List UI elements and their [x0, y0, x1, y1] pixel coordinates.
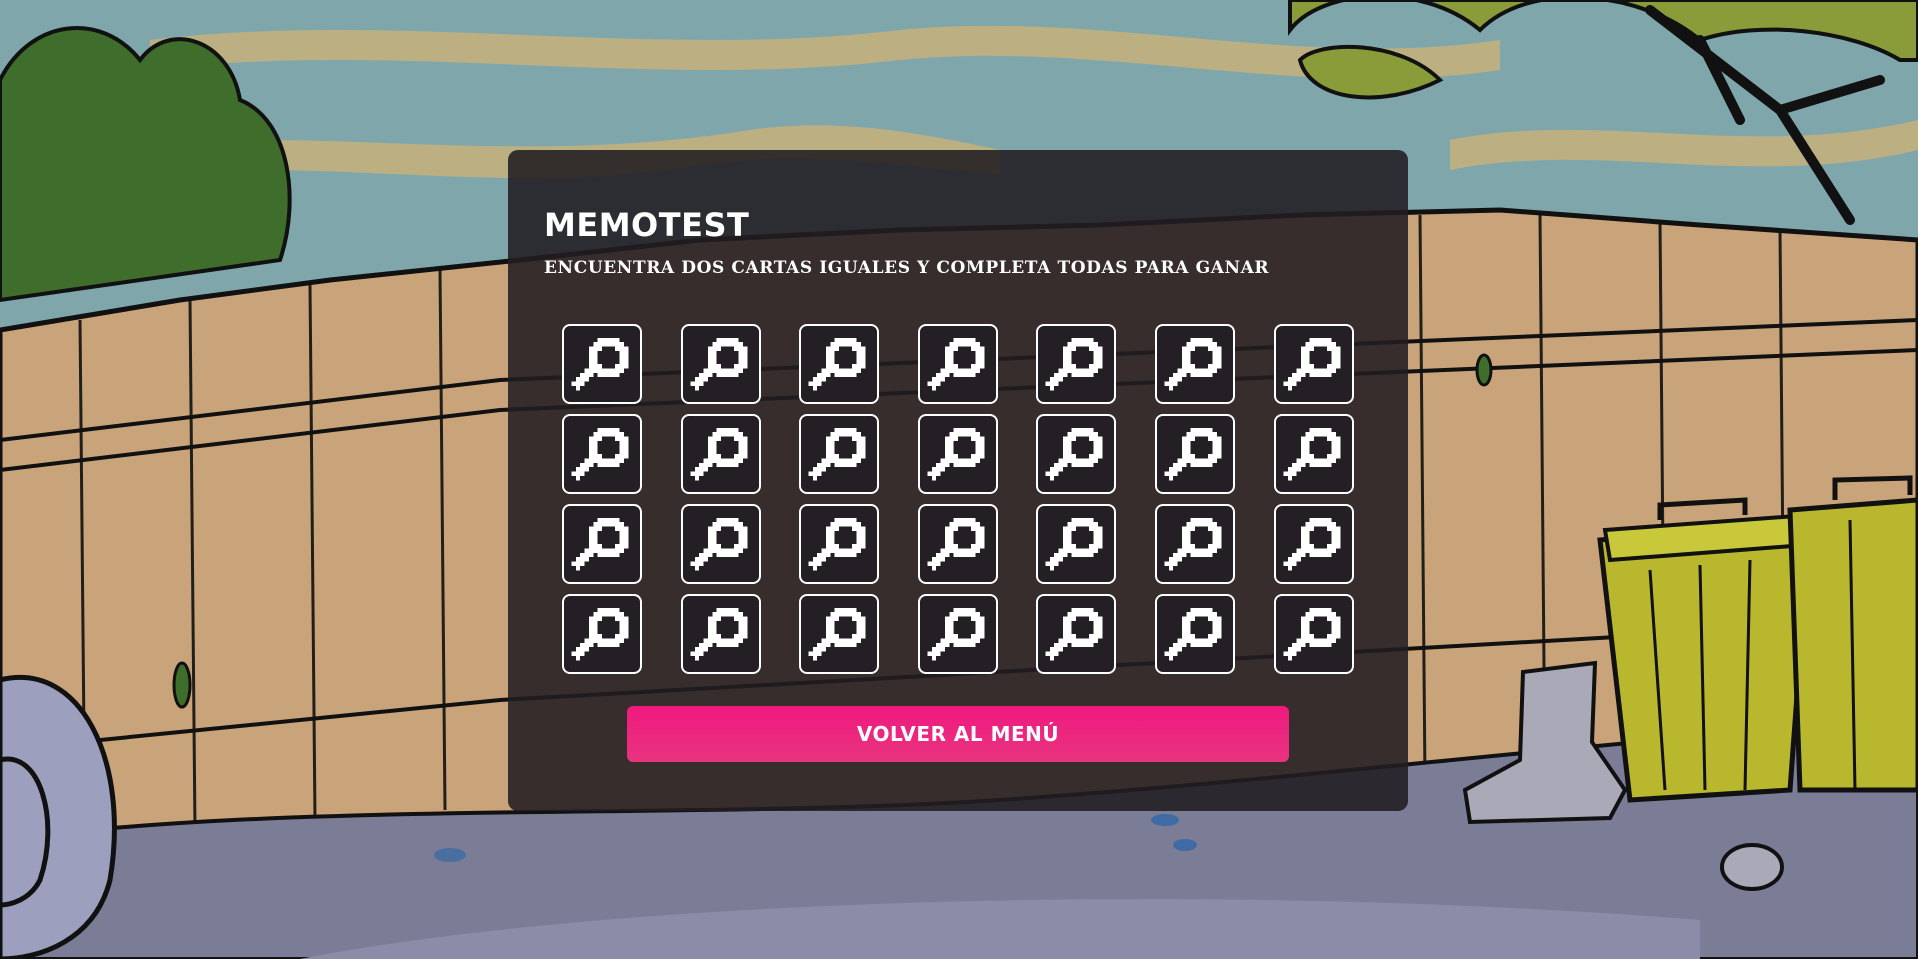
magnifier-icon [808, 427, 866, 481]
magnifier-icon [1164, 517, 1222, 571]
memory-card[interactable] [1036, 504, 1117, 584]
magnifier-icon [927, 517, 985, 571]
back-to-menu-button[interactable]: VOLVER AL MENÚ [627, 706, 1289, 762]
magnifier-icon [689, 427, 747, 481]
memory-card[interactable] [799, 594, 880, 674]
memory-card[interactable] [917, 504, 998, 584]
memory-card[interactable] [1154, 594, 1235, 674]
memory-card[interactable] [799, 504, 880, 584]
magnifier-icon [571, 517, 629, 571]
memory-card[interactable] [562, 594, 642, 674]
magnifier-icon [689, 607, 747, 661]
memory-card[interactable] [917, 414, 998, 494]
magnifier-icon [1045, 517, 1103, 571]
game-instructions: ENCUENTRA DOS CARTAS IGUALES Y COMPLETA … [544, 258, 1270, 278]
memory-card[interactable] [917, 324, 998, 404]
magnifier-icon [571, 607, 629, 661]
magnifier-icon [927, 337, 985, 391]
magnifier-icon [689, 517, 747, 571]
magnifier-icon [1045, 427, 1103, 481]
magnifier-icon [1282, 517, 1340, 571]
memory-card[interactable] [1273, 504, 1354, 584]
memory-card[interactable] [680, 414, 761, 494]
memory-card[interactable] [562, 504, 642, 584]
magnifier-icon [1045, 607, 1103, 661]
memory-card[interactable] [680, 594, 761, 674]
magnifier-icon [1282, 607, 1340, 661]
memory-card[interactable] [680, 504, 761, 584]
magnifier-icon [1164, 337, 1222, 391]
memory-card[interactable] [562, 324, 642, 404]
magnifier-icon [689, 337, 747, 391]
memory-card[interactable] [1154, 324, 1235, 404]
memory-card[interactable] [680, 324, 761, 404]
memory-card[interactable] [1036, 414, 1117, 494]
memory-card[interactable] [1154, 504, 1235, 584]
magnifier-icon [571, 427, 629, 481]
magnifier-icon [927, 427, 985, 481]
memory-card[interactable] [1036, 324, 1117, 404]
memory-card[interactable] [1273, 414, 1354, 494]
magnifier-icon [1282, 337, 1340, 391]
memory-card[interactable] [1273, 324, 1354, 404]
memory-card[interactable] [1036, 594, 1117, 674]
memory-card[interactable] [917, 594, 998, 674]
card-grid [562, 324, 1354, 674]
magnifier-icon [571, 337, 629, 391]
magnifier-icon [927, 607, 985, 661]
memory-card[interactable] [799, 324, 880, 404]
magnifier-icon [808, 337, 866, 391]
magnifier-icon [1045, 337, 1103, 391]
memory-card[interactable] [562, 414, 642, 494]
memory-card[interactable] [799, 414, 880, 494]
game-title: MEMOTEST [544, 206, 750, 244]
magnifier-icon [808, 607, 866, 661]
magnifier-icon [1164, 607, 1222, 661]
magnifier-icon [1282, 427, 1340, 481]
memory-card[interactable] [1154, 414, 1235, 494]
game-panel: MEMOTEST ENCUENTRA DOS CARTAS IGUALES Y … [508, 150, 1408, 811]
magnifier-icon [1164, 427, 1222, 481]
magnifier-icon [808, 517, 866, 571]
memory-card[interactable] [1273, 594, 1354, 674]
